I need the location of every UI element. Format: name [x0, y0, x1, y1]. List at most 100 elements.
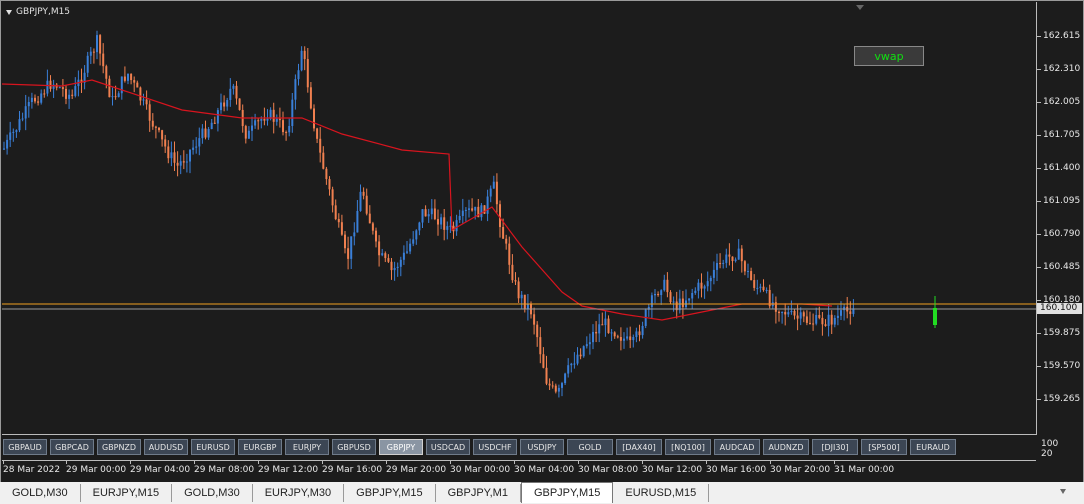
candle-body	[368, 213, 371, 224]
candle-body	[802, 312, 805, 317]
candle-body	[99, 35, 102, 54]
symbol-button-usdcad[interactable]: USDCAD	[426, 439, 470, 455]
price-axis-tick	[1037, 135, 1041, 136]
candle-body	[799, 312, 802, 319]
candle-body	[579, 354, 582, 357]
symbol-button-euraud[interactable]: EURAUD	[910, 439, 956, 455]
chart-menu-triangle-icon[interactable]	[6, 9, 12, 15]
candle-body	[3, 148, 5, 150]
candle-body	[393, 267, 396, 271]
candle-body	[34, 97, 36, 102]
candle-body	[195, 146, 198, 148]
shift-marker-icon[interactable]	[856, 5, 864, 10]
time-axis-label: 30 Mar 04:00	[514, 465, 575, 475]
symbol-button-eurjpy[interactable]: EURJPY	[285, 439, 329, 455]
symbol-button-gbpaud[interactable]: GBPAUD	[3, 439, 47, 455]
candle-body	[734, 259, 737, 262]
price-axis-tick	[1037, 69, 1041, 70]
candle-body	[46, 80, 49, 94]
candle-body	[468, 208, 470, 210]
chart-tab[interactable]: GOLD,M30	[172, 484, 253, 502]
candle-body	[74, 86, 77, 96]
time-axis[interactable]: 28 Mar 2022 29 Mar 00:00 29 Mar 04:00 29 Ma…	[2, 460, 1036, 479]
candle-body	[285, 132, 288, 134]
chart-title[interactable]: GBPJPY,M15	[6, 7, 70, 17]
time-axis-tick	[514, 461, 515, 464]
subwindow-axis-bottom: 20	[1041, 449, 1053, 459]
symbol-button-audcad[interactable]: AUDCAD	[714, 439, 760, 455]
vwap-toggle-button[interactable]: vwap	[854, 46, 924, 66]
candle-body	[396, 266, 399, 268]
candle-body	[548, 383, 551, 386]
time-axis-label: 31 Mar 00:00	[834, 465, 895, 475]
price-axis-label: 162.615	[1043, 31, 1081, 41]
candle-body	[750, 271, 753, 281]
candle-body	[288, 125, 291, 133]
candle-body	[278, 118, 281, 121]
candle-body	[626, 336, 629, 339]
chart-tab[interactable]: GOLD,M30	[0, 484, 81, 502]
candle-body	[489, 188, 492, 197]
chart-tab[interactable]: GBPJPY,M15	[344, 484, 436, 502]
candle-body	[805, 316, 808, 323]
candle-body	[409, 243, 412, 252]
candle-body	[418, 222, 421, 231]
time-axis-label: 30 Mar 16:00	[706, 465, 767, 475]
chart-tab[interactable]: GBPJPY,M15	[520, 482, 614, 503]
price-axis-label: 160.790	[1043, 229, 1081, 239]
candle-body	[818, 314, 821, 318]
candle-body	[365, 195, 368, 214]
candle-body	[123, 76, 126, 81]
candle-body	[257, 120, 260, 122]
symbol-button-gbpusd[interactable]: GBPUSD	[332, 439, 376, 455]
tabs-scroll-icon[interactable]	[1060, 489, 1066, 494]
chart-tab[interactable]: EURUSD,M15	[613, 484, 710, 502]
candle-body	[508, 243, 511, 265]
symbol-button-gbpnzd[interactable]: GBPNZD	[97, 439, 141, 455]
candle-body	[347, 248, 350, 259]
symbol-button-gbpjpy[interactable]: GBPJPY	[379, 439, 423, 455]
candle-body	[495, 181, 498, 205]
symbol-button-audusd[interactable]: AUDUSD	[144, 439, 188, 455]
candle-body	[443, 217, 446, 230]
candle-body	[691, 292, 694, 299]
candle-body	[607, 318, 610, 334]
candle-body	[492, 181, 495, 189]
symbol-button-gold[interactable]: GOLD	[567, 439, 613, 455]
candle-body	[545, 367, 548, 384]
candle-body	[765, 289, 768, 291]
candle-body	[192, 147, 195, 150]
candle-body	[486, 196, 489, 214]
symbol-button-dax40[interactable]: [DAX40]	[616, 439, 662, 455]
symbol-button-dji30[interactable]: [DJI30]	[812, 439, 858, 455]
candle-body	[517, 281, 520, 299]
candle-body	[325, 168, 328, 180]
candle-body	[480, 205, 483, 218]
symbol-button-gbpcad[interactable]: GBPCAD	[50, 439, 94, 455]
symbol-button-audnzd[interactable]: AUDNZD	[763, 439, 809, 455]
chart-tab[interactable]: EURJPY,M15	[81, 484, 173, 502]
symbol-button-eurusd[interactable]: EURUSD	[191, 439, 235, 455]
candle-body	[282, 120, 284, 133]
candle-body	[421, 209, 424, 223]
time-axis-label: 29 Mar 00:00	[66, 465, 127, 475]
candle-body	[725, 254, 728, 263]
chart-tab[interactable]: GBPJPY,M1	[436, 484, 521, 502]
candle-body	[384, 253, 387, 259]
candle-body	[71, 94, 74, 96]
symbol-button-usdjpy[interactable]: USDJPY	[520, 439, 564, 455]
candle-body	[415, 230, 418, 240]
candle-body	[437, 219, 439, 225]
chart-tab[interactable]: EURJPY,M30	[253, 484, 345, 502]
symbol-button-eurgbp[interactable]: EURGBP	[238, 439, 282, 455]
candle-body	[387, 258, 390, 262]
symbol-button-usdchf[interactable]: USDCHF	[473, 439, 517, 455]
symbol-button-nq100[interactable]: [NQ100]	[665, 439, 711, 455]
time-axis-tick	[258, 461, 259, 464]
price-chart-area[interactable]: GBPJPY,M15 vwap	[2, 2, 1037, 435]
candle-body	[49, 80, 52, 89]
symbol-button-sp500[interactable]: [SP500]	[861, 439, 907, 455]
candle-body	[576, 354, 579, 364]
price-axis[interactable]: 162.615 162.310 162.005 161.705 161.400 161.0…	[1037, 2, 1083, 434]
candle-body	[598, 324, 601, 334]
